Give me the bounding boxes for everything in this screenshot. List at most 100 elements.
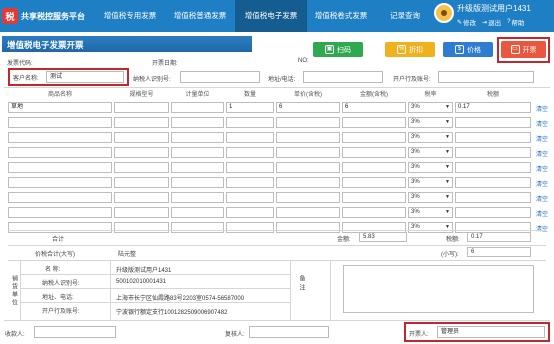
clear-row-link[interactable]: 清空 [536, 134, 548, 143]
reviewer-input[interactable] [249, 326, 329, 338]
nav-records[interactable]: 记录查询 [375, 0, 435, 32]
item-rate-select[interactable]: 3% ▼ [408, 177, 453, 188]
avatar[interactable] [434, 3, 454, 23]
item-qty-input[interactable] [226, 117, 274, 128]
nav-normal-invoice[interactable]: 增值税普通发票 [165, 0, 235, 32]
item-unit-input[interactable] [171, 162, 224, 173]
item-unit-input[interactable] [171, 117, 224, 128]
item-rate-select[interactable]: 3% ▼ [408, 207, 453, 218]
item-unit-input[interactable] [171, 177, 224, 188]
item-rate-select[interactable]: 3% ▼ [408, 192, 453, 203]
clear-row-link[interactable]: 清空 [536, 119, 548, 128]
item-unit-input[interactable] [171, 147, 224, 158]
item-price-input[interactable] [276, 117, 340, 128]
help-link[interactable]: ? 帮助 [507, 17, 524, 27]
nav-roll-invoice[interactable]: 增值税卷式发票 [307, 0, 375, 32]
item-unit-input[interactable] [171, 132, 224, 143]
item-name-input[interactable] [8, 222, 112, 233]
item-amount-input[interactable] [342, 207, 406, 218]
item-unit-input[interactable] [171, 207, 224, 218]
item-qty-input[interactable] [226, 147, 274, 158]
item-spec-input[interactable] [114, 192, 169, 203]
item-qty-input[interactable] [226, 192, 274, 203]
item-price-input[interactable] [276, 147, 340, 158]
item-price-input[interactable] [276, 132, 340, 143]
clear-row-link[interactable]: 清空 [536, 164, 548, 173]
nav-electronic-invoice[interactable]: 增值税电子发票 [235, 0, 307, 32]
clear-row-link[interactable]: 清空 [536, 149, 548, 158]
customer-name-input[interactable]: 测试 [46, 71, 124, 83]
item-name-input[interactable] [8, 177, 112, 188]
item-price-input[interactable] [276, 162, 340, 173]
item-rate-select[interactable]: 3% ▼ [408, 162, 453, 173]
clear-row-link[interactable]: 清空 [536, 104, 548, 113]
item-amount-input[interactable] [342, 132, 406, 143]
clear-row-link[interactable]: 清空 [536, 179, 548, 188]
item-spec-input[interactable] [114, 207, 169, 218]
item-tax-input[interactable]: 0.17 [455, 102, 531, 113]
clear-row-link[interactable]: 清空 [536, 224, 548, 233]
item-qty-input[interactable] [226, 162, 274, 173]
item-qty-input[interactable] [226, 222, 274, 233]
buyer-taxid-input[interactable] [180, 71, 260, 83]
item-tax-input[interactable] [455, 162, 531, 173]
item-name-input[interactable] [8, 192, 112, 203]
item-name-input[interactable] [8, 132, 112, 143]
item-tax-input[interactable] [455, 207, 531, 218]
item-amount-input[interactable] [342, 192, 406, 203]
item-spec-input[interactable] [114, 222, 169, 233]
edit-link[interactable]: ✎ 修改 [457, 17, 476, 28]
item-price-input[interactable] [276, 207, 340, 218]
item-amount-input[interactable] [342, 147, 406, 158]
clear-row-link[interactable]: 清空 [536, 194, 548, 203]
item-price-input[interactable] [276, 177, 340, 188]
item-qty-input[interactable]: 1 [226, 102, 274, 113]
item-name-input[interactable] [8, 162, 112, 173]
price-button[interactable]: $ 价格 [443, 42, 493, 57]
item-name-input[interactable] [8, 117, 112, 128]
item-tax-input[interactable] [455, 147, 531, 158]
item-spec-input[interactable] [114, 177, 169, 188]
item-price-input[interactable] [276, 192, 340, 203]
drawer-input[interactable]: 管理员 [437, 326, 545, 338]
item-qty-input[interactable] [226, 207, 274, 218]
item-spec-input[interactable] [114, 117, 169, 128]
item-amount-input[interactable] [342, 162, 406, 173]
item-amount-input[interactable] [342, 117, 406, 128]
item-unit-input[interactable] [171, 102, 224, 113]
item-rate-select[interactable]: 3% ▼ [408, 117, 453, 128]
item-spec-input[interactable] [114, 132, 169, 143]
item-amount-input[interactable]: 6 [342, 102, 406, 113]
clear-row-link[interactable]: 清空 [536, 209, 548, 218]
item-tax-input[interactable] [455, 177, 531, 188]
buyer-bank-input[interactable] [438, 71, 534, 83]
item-spec-input[interactable] [114, 147, 169, 158]
item-rate-select[interactable]: 3% ▼ [408, 147, 453, 158]
item-spec-input[interactable] [114, 102, 169, 113]
item-unit-input[interactable] [171, 192, 224, 203]
item-qty-input[interactable] [226, 177, 274, 188]
item-unit-input[interactable] [171, 222, 224, 233]
item-amount-input[interactable] [342, 177, 406, 188]
item-price-input[interactable] [276, 222, 340, 233]
item-spec-input[interactable] [114, 162, 169, 173]
nav-special-invoice[interactable]: 增值税专用发票 [95, 0, 165, 32]
discount-button[interactable]: % 折扣 [385, 42, 435, 57]
item-name-input[interactable] [8, 207, 112, 218]
item-tax-input[interactable] [455, 192, 531, 203]
logout-link[interactable]: ⇥ 退出 [482, 17, 501, 28]
item-name-input[interactable] [8, 147, 112, 158]
item-rate-select[interactable]: 3% ▼ [408, 132, 453, 143]
item-tax-input[interactable] [455, 117, 531, 128]
payee-input[interactable] [34, 326, 116, 338]
item-rate-select[interactable]: 3% ▼ [408, 222, 453, 233]
item-tax-input[interactable] [455, 132, 531, 143]
item-rate-select[interactable]: 3% ▼ [408, 102, 453, 113]
issue-button[interactable]: ▭ 开票 [501, 41, 546, 58]
item-price-input[interactable]: 6 [276, 102, 340, 113]
item-name-input[interactable]: 草地 [8, 102, 112, 113]
item-qty-input[interactable] [226, 132, 274, 143]
buyer-address-input[interactable] [303, 71, 383, 83]
scan-button[interactable]: ▣ 扫码 [313, 42, 363, 57]
remark-textarea[interactable] [343, 265, 534, 313]
